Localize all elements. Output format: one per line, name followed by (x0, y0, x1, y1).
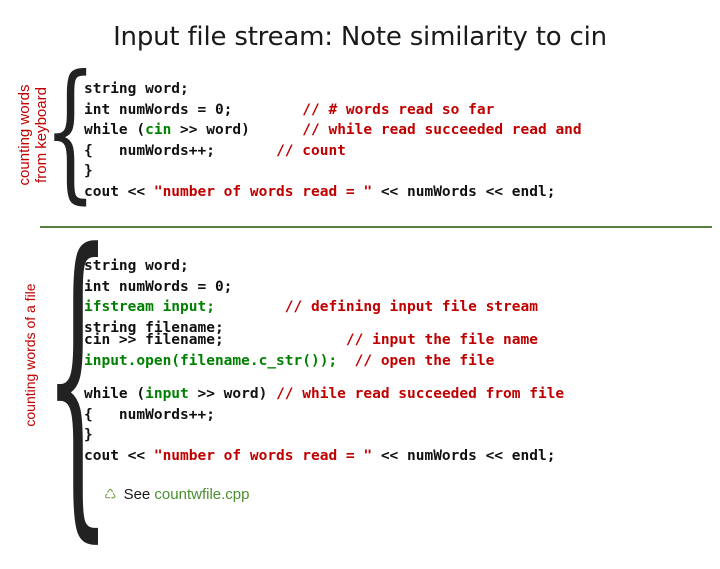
code-segment: string word; (84, 258, 189, 274)
code-segment: string word; (84, 81, 189, 97)
code-segment: { numWords++; (84, 406, 215, 423)
code-segment: { numWords++; (84, 142, 215, 159)
code-segment: input.open(filename.c_str()); (84, 352, 338, 369)
code-segment: cout << (84, 183, 154, 200)
label-counting-words-of-a-file: counting words of a file (22, 283, 38, 427)
code-segment: // while read succeeded from file (276, 386, 565, 402)
code-block-keyboard: string word; int numWords = 0; // # word… (84, 79, 582, 202)
footnote-link[interactable]: countwfile.cpp (154, 486, 249, 503)
code-segment: // # words read so far (302, 101, 495, 118)
code-block-file-declarations: string word; int numWords = 0; ifstream … (84, 256, 538, 338)
code-segment: cout << (84, 447, 154, 464)
code-segment: // input the file name (345, 332, 538, 348)
footnote-text: See (123, 486, 155, 503)
code-segment: "number of words read = " (153, 183, 373, 200)
code-segment: while ( (84, 122, 146, 138)
code-segment: "number of words read = " (153, 447, 373, 464)
code-segment: // while read succeeded read and (302, 122, 582, 138)
code-block-file-open: cin >> filename; // input the file name … (84, 330, 538, 371)
code-segment: while ( (84, 386, 146, 402)
code-segment: >> word) (188, 386, 277, 402)
code-segment: int numWords = 0; (84, 278, 233, 295)
code-segment: // open the file (354, 352, 495, 369)
bullet-icon: ♺ (104, 486, 117, 502)
code-segment: >> word) (171, 122, 250, 138)
label-counting-words-keyboard-line1: counting words (16, 84, 33, 186)
page-title: Input file stream: Note similarity to ci… (113, 22, 607, 52)
footnote: ♺ See countwfile.cpp (104, 486, 249, 503)
code-segment: input (145, 386, 189, 402)
code-block-file-loop: while (input >> word) // while read succ… (84, 384, 564, 466)
code-segment: // count (276, 142, 346, 159)
code-segment: << numWords << endl; (372, 447, 556, 464)
code-segment: << numWords << endl; (372, 183, 556, 200)
slide: Input file stream: Note similarity to ci… (0, 0, 720, 542)
code-segment: cin (145, 122, 172, 138)
code-segment: } (84, 163, 93, 179)
code-segment: } (84, 427, 93, 443)
code-segment: cin >> filename; (84, 332, 224, 348)
code-segment: int numWords = 0; (84, 101, 233, 118)
code-segment: // defining input file stream (284, 299, 538, 315)
code-segment: ifstream input; (84, 299, 215, 315)
divider (40, 226, 712, 228)
